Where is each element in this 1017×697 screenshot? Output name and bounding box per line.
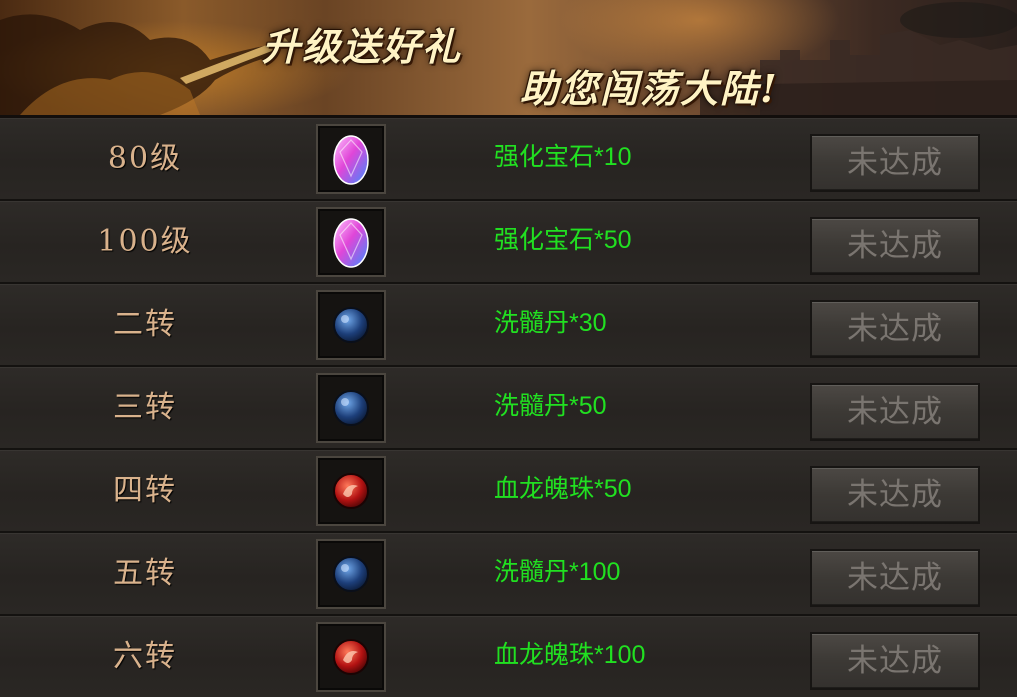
- item-slot[interactable]: [316, 539, 386, 609]
- reward-text: 洗髓丹*100: [494, 558, 621, 586]
- blue-orb-icon: [333, 307, 369, 343]
- item-slot[interactable]: [316, 207, 386, 277]
- banner-title-line1: 升级送好礼: [262, 24, 463, 69]
- level-requirement: 80级: [107, 141, 183, 176]
- reward-list: 80级 强化宝石*10 未达成 100级 强化宝石*50 未达成 二转 洗髓丹*…: [0, 118, 1017, 697]
- item-slot[interactable]: [316, 622, 386, 692]
- level-requirement: 二转: [113, 307, 177, 342]
- level-reward-panel: 升级送好礼 助您闯荡大陆! 80级 强化宝石*10 未达成 100级 强化宝石*…: [0, 0, 1017, 697]
- claim-button[interactable]: 未达成: [810, 383, 980, 441]
- claim-button[interactable]: 未达成: [810, 134, 980, 192]
- reward-row: 六转 血龙魄珠*100 未达成: [0, 616, 1017, 697]
- claim-button[interactable]: 未达成: [810, 466, 980, 524]
- pink-gem-icon: [333, 218, 369, 268]
- banner-artwork: [0, 2, 1017, 115]
- level-requirement: 三转: [113, 390, 177, 425]
- red-orb-icon: [333, 473, 369, 509]
- reward-row: 三转 洗髓丹*50 未达成: [0, 367, 1017, 450]
- item-slot[interactable]: [316, 456, 386, 526]
- pink-gem-icon: [333, 135, 369, 185]
- reward-text: 血龙魄珠*100: [494, 641, 646, 669]
- reward-row: 四转 血龙魄珠*50 未达成: [0, 450, 1017, 533]
- blue-orb-icon: [333, 556, 369, 592]
- level-requirement: 四转: [113, 473, 177, 508]
- blue-orb-icon: [333, 390, 369, 426]
- item-slot[interactable]: [316, 124, 386, 194]
- reward-text: 强化宝石*50: [494, 226, 632, 254]
- red-orb-icon: [333, 639, 369, 675]
- claim-button[interactable]: 未达成: [810, 217, 980, 275]
- claim-button[interactable]: 未达成: [810, 632, 980, 690]
- level-requirement: 100级: [97, 224, 193, 259]
- claim-button[interactable]: 未达成: [810, 549, 980, 607]
- reward-row: 100级 强化宝石*50 未达成: [0, 201, 1017, 284]
- reward-text: 洗髓丹*50: [494, 392, 607, 420]
- banner-title-line2: 助您闯荡大陆!: [520, 66, 779, 111]
- level-requirement: 五转: [113, 556, 177, 591]
- banner: 升级送好礼 助您闯荡大陆!: [0, 0, 1017, 118]
- reward-text: 血龙魄珠*50: [494, 475, 632, 503]
- level-requirement: 六转: [113, 639, 177, 674]
- item-slot[interactable]: [316, 290, 386, 360]
- reward-text: 洗髓丹*30: [494, 309, 607, 337]
- reward-text: 强化宝石*10: [494, 143, 632, 171]
- reward-row: 80级 强化宝石*10 未达成: [0, 118, 1017, 201]
- item-slot[interactable]: [316, 373, 386, 443]
- reward-row: 二转 洗髓丹*30 未达成: [0, 284, 1017, 367]
- claim-button[interactable]: 未达成: [810, 300, 980, 358]
- reward-row: 五转 洗髓丹*100 未达成: [0, 533, 1017, 616]
